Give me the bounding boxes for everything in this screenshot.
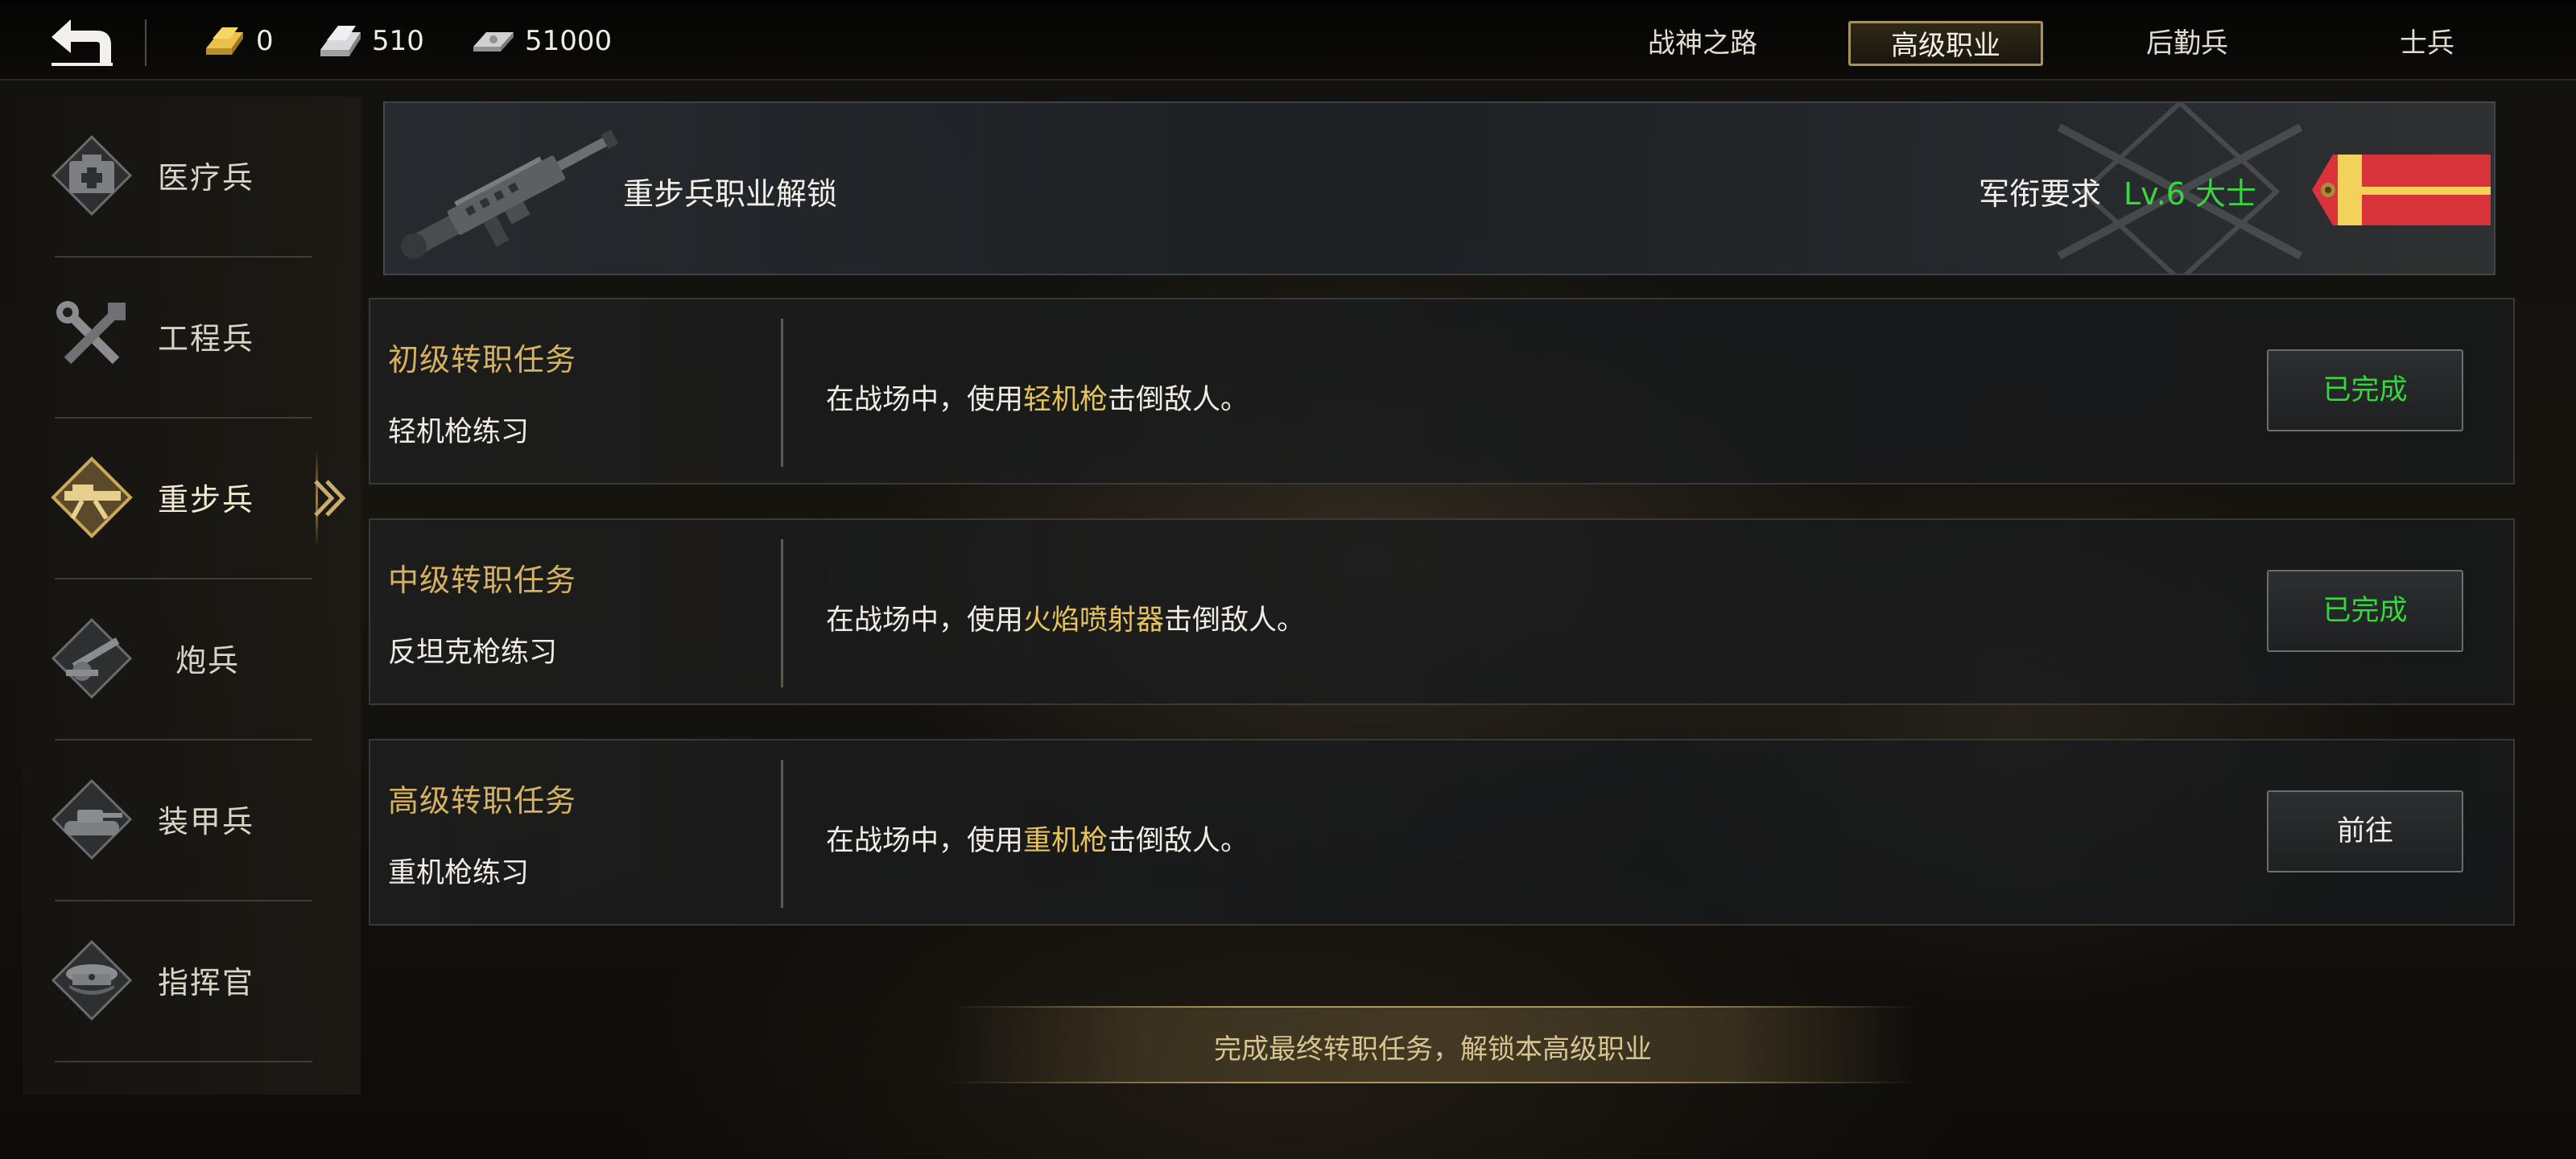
task-tier-title: 中级转职任务 xyxy=(388,563,577,598)
task-divider xyxy=(781,539,783,687)
sidebar-item-label: 炮兵 xyxy=(175,643,241,678)
unlock-notice-text: 完成最终转职任务，解锁本高级职业 xyxy=(1214,1033,1652,1066)
task-divider xyxy=(781,319,783,467)
class-sidebar: 医疗兵 工程兵 重步兵 炮兵 装甲兵 指挥官 xyxy=(23,97,361,1095)
sidebar-item-label: 装甲兵 xyxy=(158,804,255,839)
task-completed-button[interactable]: 已完成 xyxy=(2267,570,2463,652)
class-unlock-banner: 重步兵职业解锁 军衔要求 Lv.6 大士 xyxy=(383,101,2496,275)
chevron-right-icon xyxy=(314,480,346,517)
task-practice-name: 轻机枪练习 xyxy=(388,416,530,448)
back-arrow-icon[interactable] xyxy=(47,16,118,69)
task-weapon-highlight: 轻机枪 xyxy=(1023,384,1108,416)
task-row-advanced: 高级转职任务 重机枪练习 在战场中，使用重机枪击倒敌人。 前往 xyxy=(369,739,2515,926)
task-go-button[interactable]: 前往 xyxy=(2267,790,2463,872)
topbar-divider xyxy=(145,19,147,66)
tank-icon xyxy=(51,778,133,860)
sidebar-item-label: 工程兵 xyxy=(158,321,255,357)
currency-gold: 0 xyxy=(201,21,274,61)
rank-requirement-value: Lv.6 大士 xyxy=(2124,176,2257,212)
tab-logistics[interactable]: 后勤兵 xyxy=(2087,21,2288,66)
banner-title: 重步兵职业解锁 xyxy=(623,176,838,212)
cash-icon xyxy=(473,32,514,52)
task-weapon-highlight: 火焰喷射器 xyxy=(1023,604,1165,637)
officer-cap-icon xyxy=(51,939,133,1021)
gold-value: 0 xyxy=(256,25,274,57)
tab-advanced-class[interactable]: 高级职业 xyxy=(1848,21,2043,66)
sidebar-item-medic[interactable]: 医疗兵 xyxy=(23,97,361,258)
sidebar-item-commander[interactable]: 指挥官 xyxy=(23,901,361,1062)
sidebar-item-label: 重步兵 xyxy=(158,482,255,518)
currency-silver: 510 xyxy=(317,21,424,61)
sidebar-item-artillery[interactable]: 炮兵 xyxy=(23,580,361,740)
wrench-icon xyxy=(56,301,126,365)
tab-war-god-road[interactable]: 战神之路 xyxy=(1602,21,1803,66)
sidebar-item-label: 医疗兵 xyxy=(158,160,255,196)
task-divider xyxy=(781,760,783,908)
gold-bar-icon xyxy=(206,27,243,55)
rank-requirement-label: 军衔要求 xyxy=(1979,176,2102,212)
task-row-primary: 初级转职任务 轻机枪练习 在战场中，使用轻机枪击倒敌人。 已完成 xyxy=(369,298,2515,485)
machine-gun-icon xyxy=(401,129,619,259)
task-description: 在战场中，使用重机枪击倒敌人。 xyxy=(826,825,1249,857)
top-bar: 0 510 51000 战神之路 高级职业 后勤兵 士兵 xyxy=(0,0,2576,80)
cash-value: 51000 xyxy=(525,25,613,57)
heavy-gun-icon xyxy=(51,456,133,538)
task-description: 在战场中，使用火焰喷射器击倒敌人。 xyxy=(826,604,1306,637)
tab-soldier[interactable]: 士兵 xyxy=(2326,21,2528,66)
task-practice-name: 重机枪练习 xyxy=(388,857,530,889)
sidebar-item-armored[interactable]: 装甲兵 xyxy=(23,740,361,901)
sidebar-item-heavy-infantry[interactable]: 重步兵 xyxy=(23,419,361,580)
artillery-icon xyxy=(51,617,133,699)
task-completed-button[interactable]: 已完成 xyxy=(2267,349,2463,431)
task-tier-title: 高级转职任务 xyxy=(388,783,577,819)
silver-value: 510 xyxy=(372,25,424,57)
unlock-notice-bar: 完成最终转职任务，解锁本高级职业 xyxy=(950,1006,1916,1083)
task-description: 在战场中，使用轻机枪击倒敌人。 xyxy=(826,384,1249,416)
task-tier-title: 初级转职任务 xyxy=(388,342,577,377)
task-practice-name: 反坦克枪练习 xyxy=(388,637,558,669)
task-row-intermediate: 中级转职任务 反坦克枪练习 在战场中，使用火焰喷射器击倒敌人。 已完成 xyxy=(369,518,2515,705)
sidebar-item-label: 指挥官 xyxy=(158,965,255,1000)
sidebar-separator xyxy=(55,1061,312,1062)
sidebar-item-engineer[interactable]: 工程兵 xyxy=(23,258,361,419)
currency-cash: 51000 xyxy=(470,21,612,61)
task-weapon-highlight: 重机枪 xyxy=(1023,825,1108,857)
medic-kit-icon xyxy=(51,134,133,217)
game-screen: 0 510 51000 战神之路 高级职业 后勤兵 士兵 医疗兵 工程兵 重步兵… xyxy=(0,0,2576,1159)
silver-bar-icon xyxy=(320,26,361,56)
rank-epaulette-icon xyxy=(2312,155,2491,225)
